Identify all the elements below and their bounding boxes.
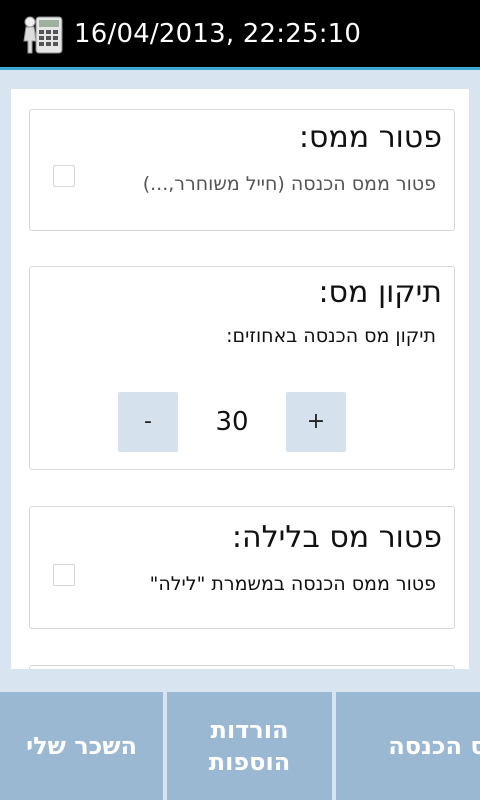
increase-button[interactable]: + [286, 392, 346, 452]
settings-panel: פטור ממס: פטור ממס הכנסה (חייל משוחרר,..… [11, 89, 469, 669]
tab-additions-label: הוספות [208, 748, 291, 776]
bottom-tab-bar: השכר שלי הורדות הוספות מס הכנסה [0, 692, 480, 800]
tab-income-tax[interactable]: מס הכנסה [336, 692, 480, 800]
tax-exemption-checkbox[interactable] [53, 165, 75, 187]
tax-adjustment-description: תיקון מס הכנסה באחוזים: [226, 325, 436, 347]
tax-exemption-description: פטור ממס הכנסה (חייל משוחרר,...) [142, 173, 436, 195]
tax-percent-value: 30 [215, 407, 249, 437]
night-exemption-title: פטור מס בלילה: [231, 520, 442, 555]
tab-my-salary-label: השכר שלי [26, 732, 137, 760]
night-exemption-description: פטור ממס הכנסה במשמרת "לילה" [149, 573, 436, 595]
night-exemption-card: פטור מס בלילה: פטור ממס הכנסה במשמרת "לי… [29, 506, 455, 629]
tab-my-salary[interactable]: השכר שלי [0, 692, 163, 800]
tax-adjustment-title: תיקון מס: [318, 275, 442, 310]
calculator-worker-icon [23, 16, 63, 54]
decrease-button[interactable]: - [118, 392, 178, 452]
tab-income-tax-label: מס הכנסה [388, 732, 480, 760]
night-exemption-checkbox[interactable] [53, 564, 75, 586]
tax-exemption-card: פטור ממס: פטור ממס הכנסה (חייל משוחרר,..… [29, 109, 455, 231]
tab-deductions-additions[interactable]: הורדות הוספות [167, 692, 332, 800]
tab-deductions-label: הורדות [210, 716, 289, 744]
next-card [29, 665, 455, 669]
tax-adjustment-card: תיקון מס: תיקון מס הכנסה באחוזים: - 30 + [29, 266, 455, 470]
tax-exemption-title: פטור ממס: [298, 120, 442, 155]
title-bar: 16/04/2013, 22:25:10 [0, 0, 480, 70]
datetime-title: 16/04/2013, 22:25:10 [74, 19, 362, 49]
